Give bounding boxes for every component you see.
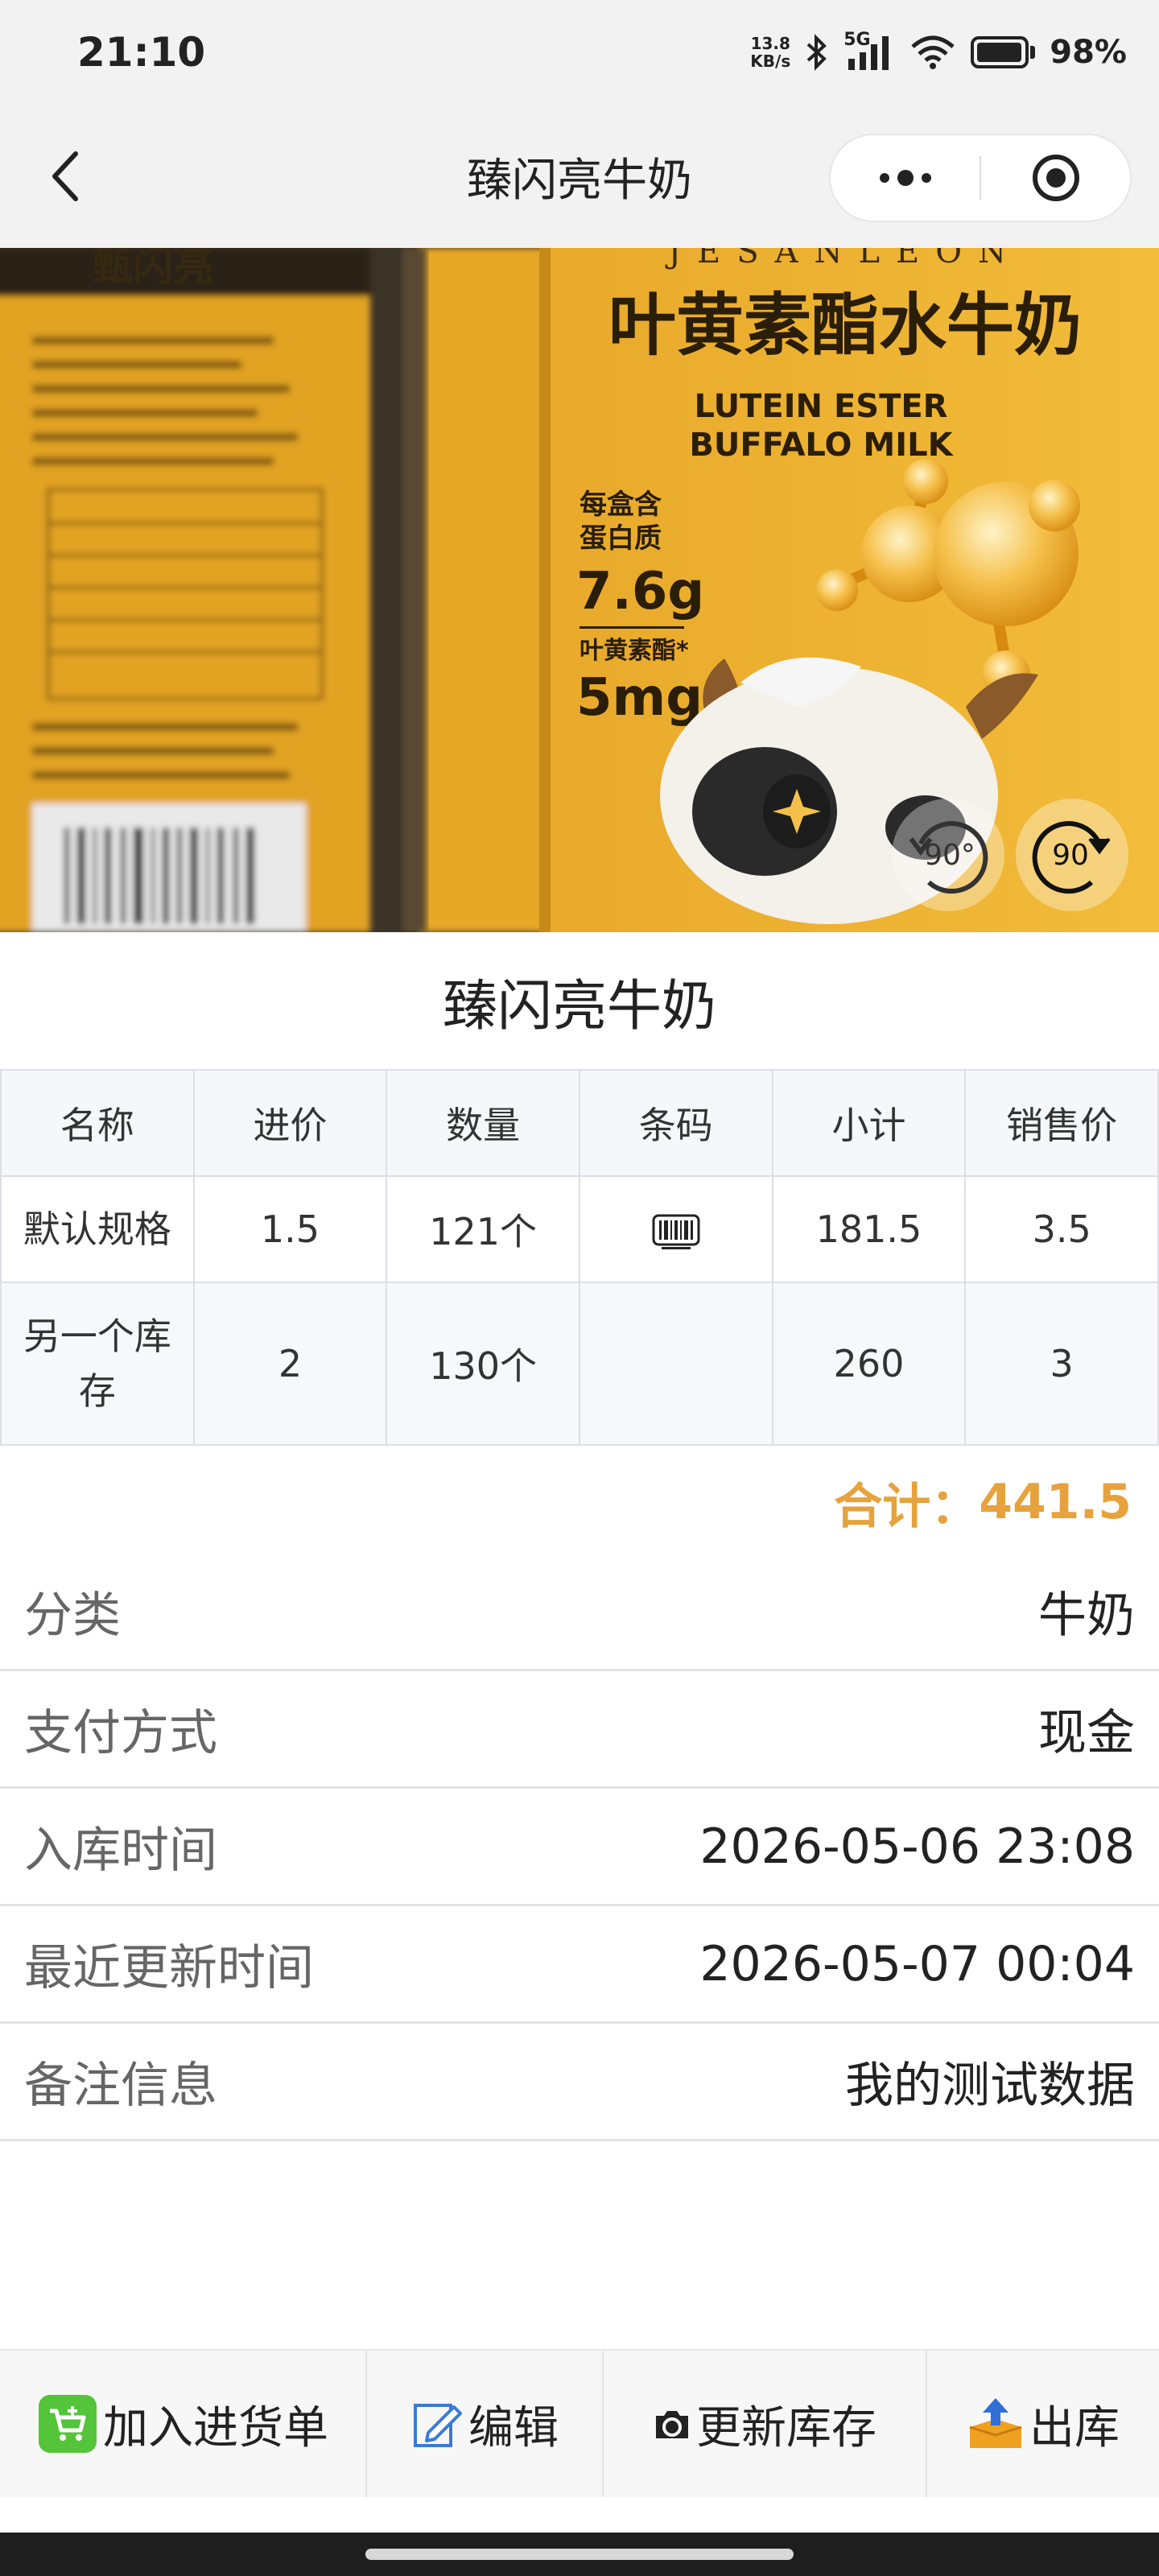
status-bar: 21:10 13.8 KB/s 5G 98%	[0, 0, 1159, 105]
col-header-subtotal: 小计	[771, 1069, 967, 1177]
stock-out-button[interactable]: 出库	[927, 2351, 1159, 2497]
product-title-en-2: BUFFALO MILK	[689, 427, 954, 464]
page-title: 臻闪亮牛奶	[467, 154, 692, 207]
nav-bar: 臻闪亮牛奶	[0, 105, 1159, 248]
cell-price: 2	[192, 1282, 388, 1446]
updated-value: 2026-05-07 00:04	[699, 1935, 1135, 1992]
col-header-barcode: 条码	[578, 1069, 773, 1177]
col-header-qty: 数量	[386, 1069, 580, 1177]
home-indicator[interactable]	[365, 2549, 794, 2560]
product-title-cn: 叶黄素酯水牛奶	[608, 286, 1082, 365]
total-value: 441.5	[979, 1474, 1132, 1530]
info-row-stockin-time: 入库时间 2026-05-06 23:08	[0, 1789, 1159, 1906]
add-to-purchase-button[interactable]: 加入进货单	[0, 2351, 367, 2497]
stockin-label: 入库时间	[24, 1823, 217, 1879]
col-header-sale: 销售价	[964, 1069, 1159, 1177]
bottom-spacer	[0, 2497, 1159, 2533]
col-header-price: 进价	[192, 1069, 388, 1177]
box-upload-icon	[969, 2398, 1022, 2448]
total-amount: 合计： 441.5	[834, 1454, 1132, 1550]
protein-label-2: 蛋白质	[580, 522, 662, 555]
updated-label: 最近更新时间	[24, 1940, 314, 1996]
network-signal: 5G	[843, 30, 895, 72]
wifi-icon	[911, 35, 955, 69]
cell-name: 另一个库存	[0, 1282, 195, 1446]
rotate-left-button[interactable]: 90°	[892, 799, 1004, 911]
more-button[interactable]	[831, 135, 980, 221]
payment-value: 现金	[1038, 1705, 1135, 1761]
remark-label: 备注信息	[24, 2058, 217, 2114]
more-dots-icon	[879, 170, 931, 186]
cell-sale: 3	[964, 1282, 1159, 1446]
rotate-left-label: 90°	[924, 839, 975, 872]
cell-subtotal: 260	[771, 1282, 967, 1446]
mini-program-capsule	[829, 134, 1132, 222]
net-speed: 13.8 KB/s	[750, 35, 790, 70]
cart-add-icon	[39, 2395, 97, 2453]
cell-qty: 130个	[386, 1282, 580, 1446]
cell-name: 默认规格	[0, 1175, 195, 1283]
table-header-row: 名称 进价 数量 条码 小计 销售价	[0, 1069, 1159, 1177]
lutein-label: 叶黄素酯*	[580, 637, 689, 665]
left-brand-text: 甄闪亮	[93, 248, 213, 290]
category-value: 牛奶	[1038, 1587, 1135, 1644]
product-title-en-1: LUTEIN ESTER	[695, 388, 948, 425]
stockin-value: 2026-05-06 23:08	[699, 1818, 1135, 1875]
info-row-remark: 备注信息 我的测试数据	[0, 2024, 1159, 2141]
add-to-purchase-label: 加入进货单	[103, 2401, 328, 2454]
rotate-right-label: 90	[1052, 839, 1089, 872]
product-name: 臻闪亮牛奶	[0, 932, 1159, 1069]
gesture-bar	[0, 2533, 1159, 2576]
payment-label: 支付方式	[24, 1705, 217, 1761]
brand-text: JESANLEON	[665, 248, 1022, 270]
status-time: 21:10	[77, 29, 206, 76]
table-row[interactable]: 另一个库存 2 130个 260 3	[0, 1282, 1159, 1446]
bluetooth-icon	[806, 34, 827, 71]
target-circle-icon	[1032, 155, 1079, 201]
col-header-name: 名称	[0, 1069, 195, 1177]
protein-label-1: 每盒含	[580, 489, 662, 521]
edit-button[interactable]: 编辑	[367, 2351, 604, 2497]
cell-qty: 121个	[386, 1175, 580, 1283]
info-row-category: 分类 牛奶	[0, 1554, 1159, 1671]
category-label: 分类	[24, 1587, 121, 1644]
protein-value: 7.6g	[576, 562, 704, 621]
total-label: 合计：	[834, 1478, 980, 1535]
barcode-icon[interactable]	[652, 1214, 700, 1251]
battery-percent: 98%	[1050, 34, 1127, 71]
info-row-updated-time: 最近更新时间 2026-05-07 00:04	[0, 1906, 1159, 2024]
camera-refresh-icon	[656, 2411, 688, 2438]
chevron-left-icon[interactable]	[42, 144, 90, 208]
stock-out-label: 出库	[1029, 2401, 1120, 2454]
rotate-right-button[interactable]: 90	[1016, 799, 1128, 911]
battery-fill	[977, 43, 1022, 62]
info-row-payment: 支付方式 现金	[0, 1671, 1159, 1789]
cell-barcode	[578, 1282, 773, 1446]
rotate-left-icon: 90°	[909, 821, 988, 894]
rotate-right-icon: 90	[1032, 821, 1111, 894]
net-speed-unit: KB/s	[750, 52, 791, 71]
cell-sale: 3.5	[964, 1175, 1159, 1283]
close-button[interactable]	[981, 135, 1130, 221]
bottom-action-bar: 加入进货单 编辑 更新库存 出库	[0, 2349, 1159, 2497]
battery-icon	[971, 36, 1036, 68]
update-stock-button[interactable]: 更新库存	[604, 2351, 927, 2497]
update-stock-label: 更新库存	[696, 2401, 876, 2454]
edit-icon	[414, 2404, 462, 2447]
cell-subtotal: 181.5	[771, 1175, 967, 1283]
signal-icon	[848, 36, 889, 70]
info-list: 分类 牛奶 支付方式 现金 入库时间 2026-05-06 23:08 最近更新…	[0, 1554, 1159, 2141]
edit-label: 编辑	[468, 2401, 559, 2454]
cell-price: 1.5	[192, 1175, 388, 1283]
cell-barcode[interactable]	[578, 1175, 773, 1283]
remark-value: 我的测试数据	[845, 2058, 1135, 2114]
net-speed-value: 13.8	[750, 34, 790, 53]
status-icons: 13.8 KB/s 5G 98%	[750, 30, 1127, 72]
lutein-value: 5mg	[576, 668, 703, 728]
spec-table: 名称 进价 数量 条码 小计 销售价 默认规格 1.5 121个 181.5 3…	[0, 1069, 1159, 1446]
table-row[interactable]: 默认规格 1.5 121个 181.5 3.5	[0, 1175, 1159, 1283]
